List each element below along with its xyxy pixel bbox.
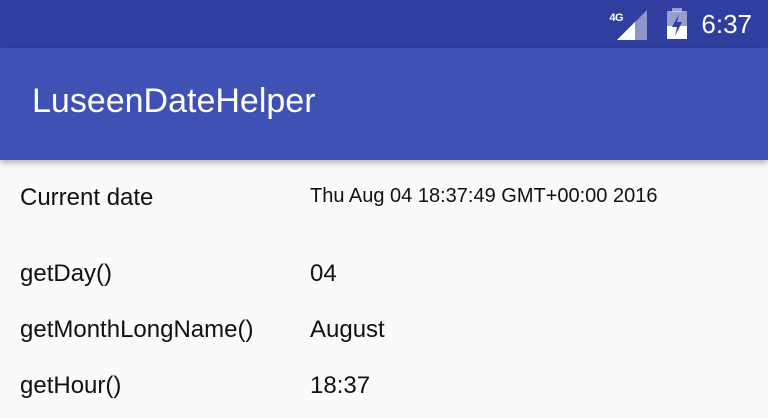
row-label: getDay() (20, 260, 113, 287)
row-label: getMonthLongName() (20, 316, 254, 343)
status-bar: 4G 6:37 (0, 0, 768, 48)
row-value: 04 (310, 260, 337, 287)
row-value: 18:37 (310, 372, 371, 399)
status-clock: 6:37 (701, 8, 752, 39)
row-label: getHour() (20, 372, 122, 399)
row-label: Current date (20, 184, 154, 211)
signal-icon: 4G (609, 4, 649, 44)
row-value: Thu Aug 04 18:37:49 GMT+00:00 2016 (310, 185, 658, 207)
battery-icon (667, 8, 688, 39)
status-icons: 4G 6:37 (609, 0, 752, 48)
row-value: August (310, 316, 385, 343)
app-bar: LuseenDateHelper (0, 48, 768, 160)
app-title: LuseenDateHelper (32, 82, 316, 120)
